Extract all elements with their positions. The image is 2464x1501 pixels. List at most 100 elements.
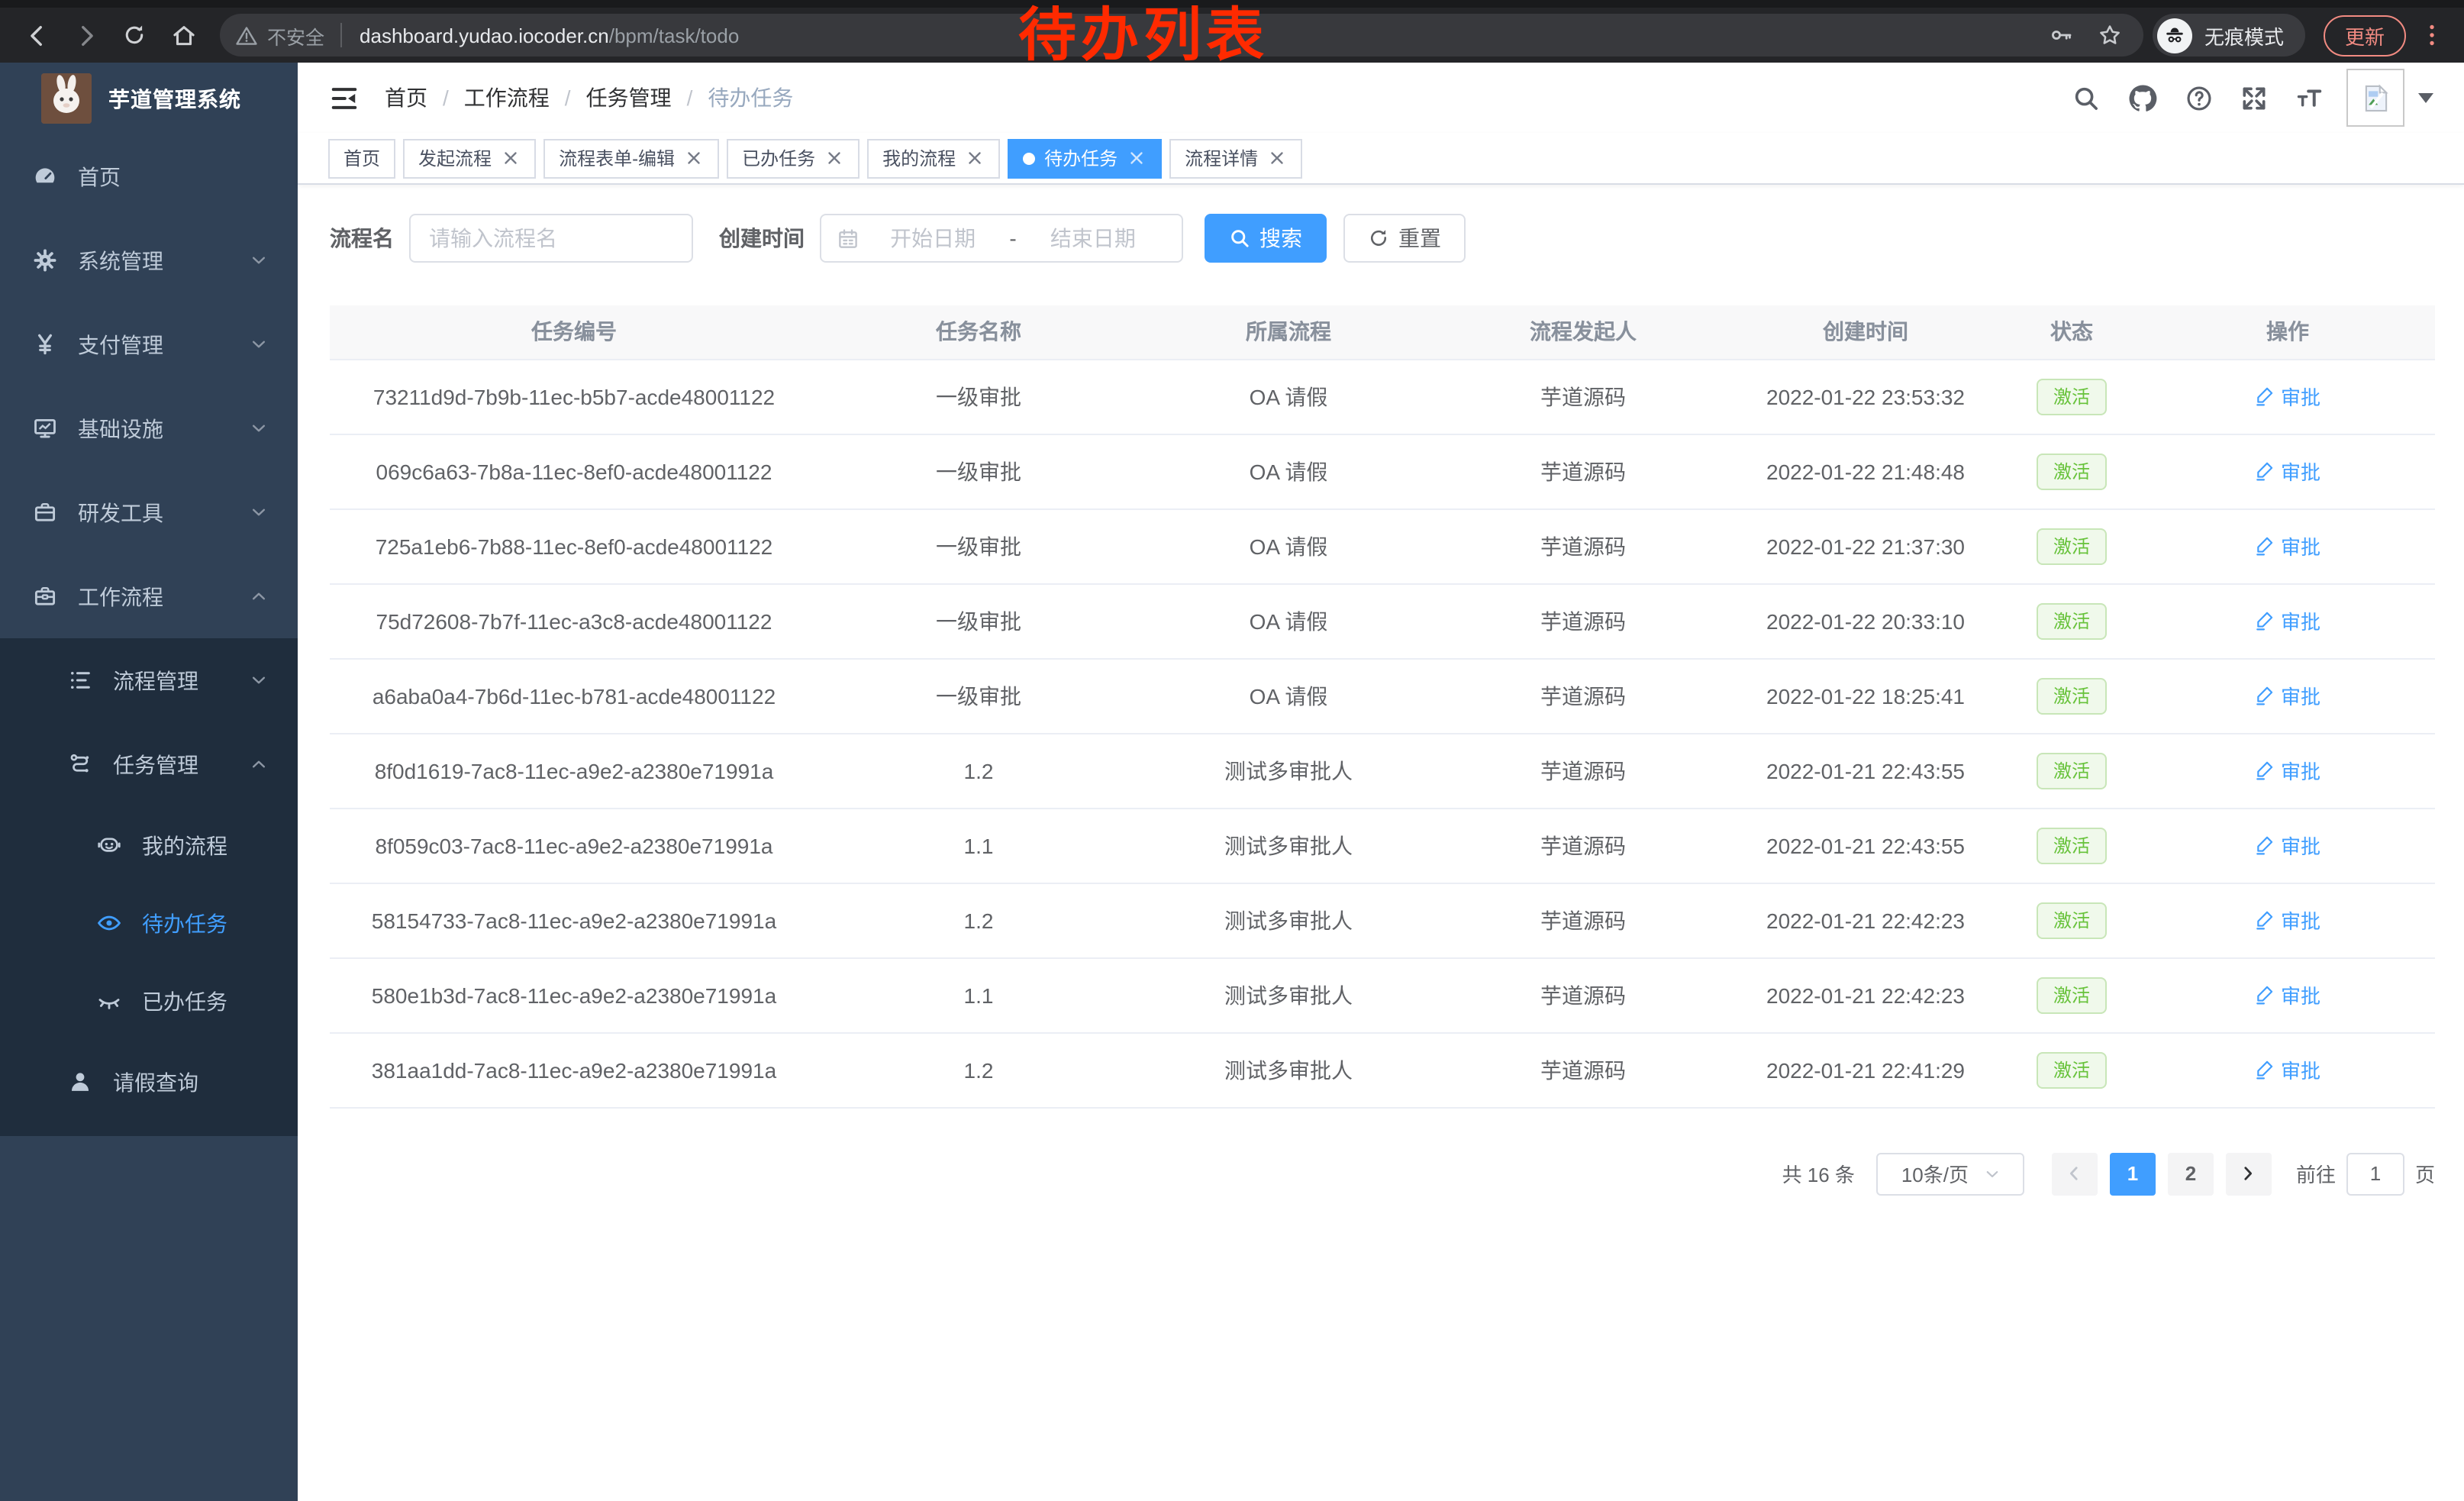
font-size-icon[interactable] [2295,83,2324,112]
table-row: 75d72608-7b7f-11ec-a3c8-acde48001122 一级审… [330,583,2435,658]
tab[interactable]: 流程表单-编辑 [543,138,719,178]
action-cell: 审批 [2140,508,2435,583]
approve-button[interactable]: 审批 [2255,382,2320,411]
task-name-cell: 1.1 [818,957,1139,1032]
magnifier-icon [1229,228,1250,249]
approve-button[interactable]: 审批 [2255,457,2320,486]
approve-button[interactable]: 审批 [2255,756,2320,785]
tab[interactable]: 待办任务 [1008,138,1162,178]
browser-menu-icon[interactable] [2418,21,2446,49]
sidebar-item[interactable]: 请假查询 [0,1040,298,1124]
approve-button[interactable]: 审批 [2255,606,2320,635]
close-icon[interactable] [1127,148,1147,168]
search-button[interactable]: 搜索 [1205,214,1327,263]
bookmark-star-icon[interactable] [2098,23,2122,47]
approve-button[interactable]: 审批 [2255,681,2320,710]
create-time-cell: 2022-01-21 22:43:55 [1728,733,2003,808]
browser-update-button[interactable]: 更新 [2324,15,2406,56]
status-badge: 激活 [2037,378,2107,415]
table-header-cell: 任务编号 [330,305,818,359]
create-time-cell: 2022-01-22 20:33:10 [1728,583,2003,658]
table-row: 725a1eb6-7b88-11ec-8ef0-acde48001122 一级审… [330,508,2435,583]
password-key-icon[interactable] [2049,23,2073,47]
page-number-button[interactable]: 1 [2110,1152,2156,1195]
help-icon[interactable] [2185,83,2214,112]
filter-bar: 流程名 创建时间 开始日期 - 结束日期 搜索 重 [330,214,2433,263]
approve-button[interactable]: 审批 [2255,905,2320,934]
tab[interactable]: 流程详情 [1169,138,1302,178]
table-header-cell: 所属流程 [1139,305,1438,359]
sidebar-item-label: 待办任务 [142,908,227,938]
chevron-right-icon [2240,1165,2257,1182]
breadcrumb-item[interactable]: 首页 [385,82,427,113]
sidebar-item[interactable]: 研发工具 [0,470,298,554]
close-icon[interactable] [824,148,844,168]
github-icon[interactable] [2127,82,2159,114]
browser-forward-button[interactable] [66,15,105,55]
search-icon[interactable] [2072,83,2101,112]
approve-button[interactable]: 审批 [2255,831,2320,860]
sidebar-item[interactable]: 首页 [0,134,298,218]
sidebar-item[interactable]: 系统管理 [0,218,298,302]
sidebar-item-label: 基础设施 [78,413,163,444]
close-icon[interactable] [684,148,704,168]
close-icon[interactable] [501,148,521,168]
incognito-badge: 无痕模式 [2153,14,2305,56]
tab[interactable]: 发起流程 [403,138,536,178]
date-range-picker[interactable]: 开始日期 - 结束日期 [820,214,1183,263]
chevron-down-icon [250,672,267,689]
status-badge: 激活 [2037,602,2107,639]
workflow-icon [67,751,93,777]
reload-icon [122,23,147,47]
status-cell: 激活 [2003,359,2140,434]
goto-page-input[interactable] [2346,1152,2404,1195]
breadcrumb-item[interactable]: 任务管理 [550,82,672,113]
browser-reload-button[interactable] [114,15,154,55]
task-name-cell: 一级审批 [818,583,1139,658]
action-cell: 审批 [2140,883,2435,957]
approve-button[interactable]: 审批 [2255,1055,2320,1084]
browser-home-button[interactable] [163,15,203,55]
sidebar-item[interactable]: 支付管理 [0,302,298,386]
sidebar-item[interactable]: 待办任务 [0,884,298,962]
tab-label: 待办任务 [1044,145,1118,171]
not-secure-icon[interactable] [235,24,258,47]
sidebar-item[interactable]: 已办任务 [0,962,298,1040]
tab[interactable]: 首页 [328,138,395,178]
approve-button[interactable]: 审批 [2255,980,2320,1009]
avatar-caret-icon[interactable] [2418,92,2433,103]
app-title: 芋道管理系统 [108,83,241,114]
tab[interactable]: 已办任务 [727,138,859,178]
reset-button[interactable]: 重置 [1343,214,1466,263]
chevron-up-icon [250,756,267,773]
browser-back-button[interactable] [17,15,56,55]
close-icon[interactable] [1267,148,1287,168]
breadcrumb-item[interactable]: 工作流程 [427,82,550,113]
sidebar-item[interactable]: 基础设施 [0,386,298,470]
eye-open-icon [96,910,122,936]
next-page-button[interactable] [2226,1152,2272,1195]
app-logo [41,73,92,124]
page-number-button[interactable]: 2 [2168,1152,2214,1195]
approve-button[interactable]: 审批 [2255,531,2320,560]
tab-label: 首页 [343,145,380,171]
screen: 不安全 dashboard.yudao.iocoder.cn/bpm/task/… [0,0,2464,1501]
sidebar-item[interactable]: 流程管理 [0,638,298,722]
process-name-input[interactable] [409,214,693,263]
chevron-down-icon [250,252,267,269]
sidebar-item[interactable]: 我的流程 [0,806,298,884]
app-logo-row[interactable]: 芋道管理系统 [0,63,298,134]
sidebar-item[interactable]: 工作流程 [0,554,298,638]
toolbox-icon [32,583,58,609]
close-icon[interactable] [965,148,985,168]
prev-page-button[interactable] [2052,1152,2098,1195]
action-cell: 审批 [2140,1032,2435,1107]
fullscreen-icon[interactable] [2240,83,2269,112]
avatar[interactable] [2346,69,2404,127]
date-separator: - [1006,226,1019,250]
fold-sidebar-icon[interactable] [330,83,359,112]
sidebar-item[interactable]: 任务管理 [0,722,298,806]
tab[interactable]: 我的流程 [867,138,1000,178]
sidebar-item-label: 我的流程 [142,830,227,860]
page-size-select[interactable]: 10条/页 [1876,1152,2024,1195]
